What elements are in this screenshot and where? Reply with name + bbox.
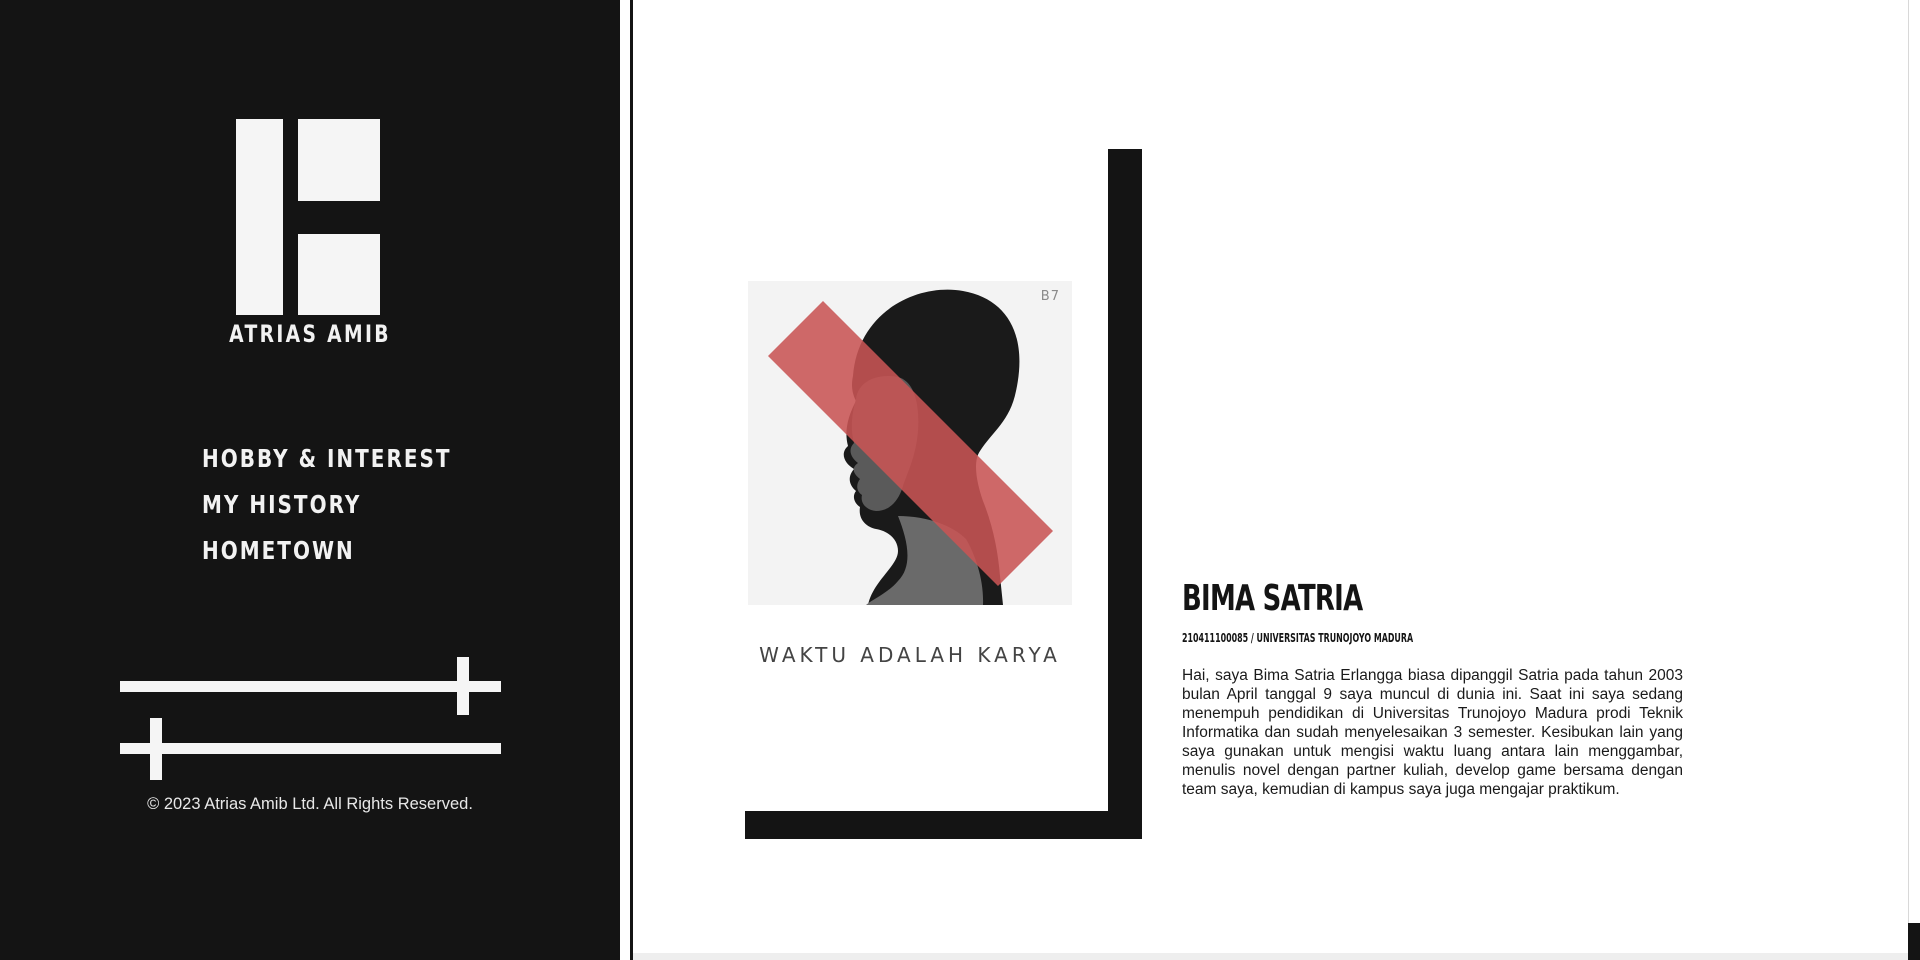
- slider-track: [120, 743, 501, 754]
- logo-square-bottom: [298, 234, 380, 315]
- slider-track: [120, 681, 501, 692]
- main-nav: HOBBY & INTEREST MY HISTORY HOMETOWN: [202, 436, 514, 574]
- bottom-edge: [633, 953, 1908, 960]
- profile-photo: B7: [748, 281, 1072, 605]
- brand-name: ATRIAS AMIB: [229, 320, 391, 348]
- slider-handle[interactable]: [457, 657, 469, 715]
- divider-line: [630, 0, 633, 960]
- nav-my-history[interactable]: MY HISTORY: [202, 482, 452, 528]
- logo-square-top: [298, 119, 380, 201]
- profile-bio: Hai, saya Bima Satria Erlangga biasa dip…: [1182, 667, 1683, 798]
- card-frame-vertical: [1108, 149, 1142, 839]
- portrait-illustration: [768, 289, 1053, 605]
- scrollbar-track[interactable]: [1908, 0, 1920, 923]
- profile-id-university: 210411100085 / UNIVERSITAS TRUNOJOYO MAD…: [1182, 631, 1414, 645]
- scrollbar-corner: [1908, 923, 1920, 960]
- logo-bar: [236, 119, 283, 315]
- card-frame-horizontal: [745, 811, 1142, 839]
- copyright-text: © 2023 Atrias Amib Ltd. All Rights Reser…: [147, 795, 473, 813]
- slider-handle[interactable]: [150, 718, 162, 780]
- slider-top[interactable]: [120, 657, 501, 717]
- profile-name: BIMA SATRIA: [1182, 578, 1363, 619]
- nav-hobby-interest[interactable]: HOBBY & INTEREST: [202, 436, 452, 482]
- sidebar: ATRIAS AMIB HOBBY & INTEREST MY HISTORY …: [0, 0, 620, 960]
- card-tagline: WAKTU ADALAH KARYA: [759, 643, 1061, 667]
- brand-logo[interactable]: [236, 119, 380, 315]
- photo-code: B7: [1040, 289, 1060, 304]
- slider-bottom[interactable]: [120, 718, 501, 780]
- nav-hometown[interactable]: HOMETOWN: [202, 528, 452, 574]
